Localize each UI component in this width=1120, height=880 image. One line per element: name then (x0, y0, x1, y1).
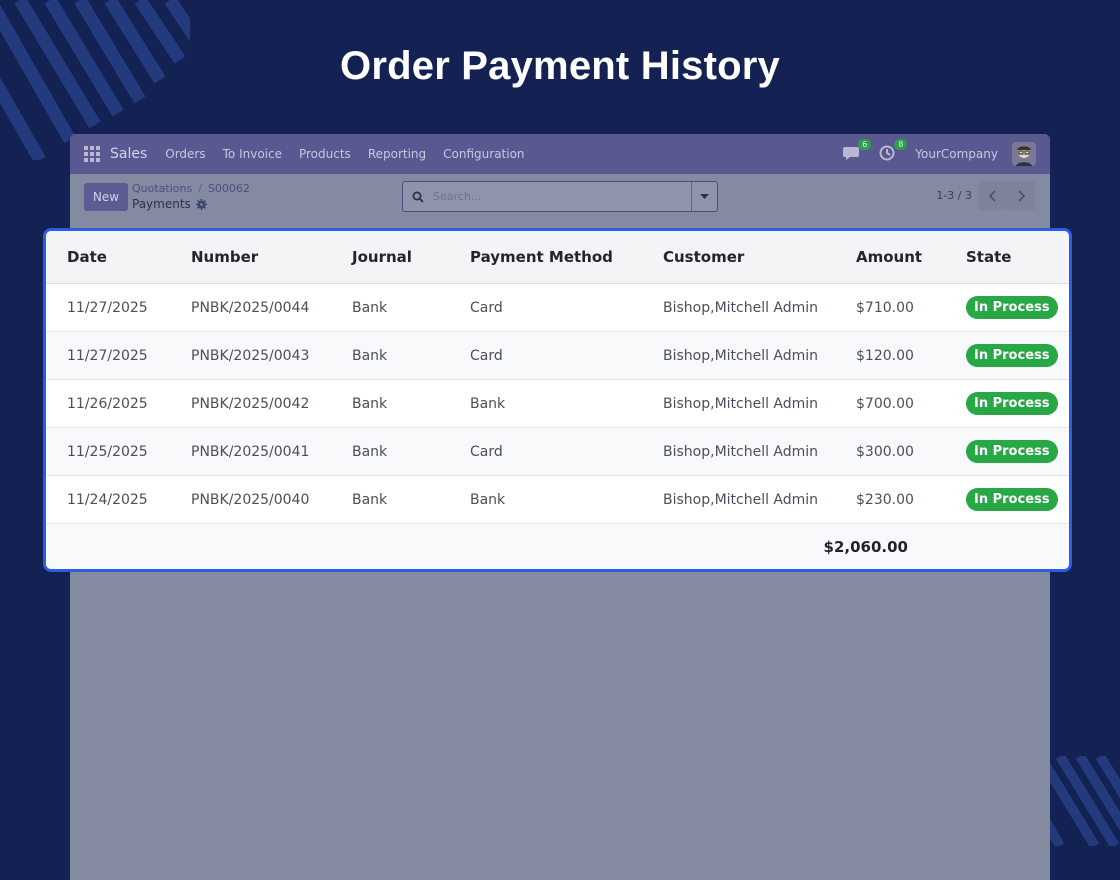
clock-icon (879, 145, 895, 161)
cell-journal: Bank (352, 443, 388, 460)
nav-item-to-invoice[interactable]: To Invoice (223, 147, 282, 161)
breadcrumb: Quotations / S00062 (132, 182, 250, 195)
cell-number: PNBK/2025/0044 (191, 299, 310, 316)
cell-amount: $230.00 (856, 491, 914, 508)
cell-journal: Bank (352, 395, 388, 412)
search-icon (403, 191, 433, 203)
decorative-stripes (1040, 756, 1120, 846)
messages-button[interactable]: 6 (843, 139, 872, 163)
cell-number: PNBK/2025/0041 (191, 443, 310, 460)
table-header: Date Number Journal Payment Method Custo… (46, 231, 1069, 284)
gear-icon[interactable] (195, 198, 207, 210)
col-header-amount[interactable]: Amount (856, 248, 922, 266)
nav-item-orders[interactable]: Orders (165, 147, 205, 161)
current-view-label: Payments (132, 197, 191, 211)
cell-payment-method: Card (470, 443, 503, 460)
cell-customer: Bishop,Mitchell Admin (663, 299, 819, 316)
col-header-date[interactable]: Date (67, 248, 107, 266)
status-badge: In Process (966, 392, 1058, 415)
search-options-toggle[interactable] (691, 182, 717, 211)
cell-date: 11/27/2025 (67, 347, 148, 364)
col-header-customer[interactable]: Customer (663, 248, 744, 266)
pager-value[interactable]: 1-3 / 3 (936, 189, 972, 202)
table-row[interactable]: 11/24/2025 PNBK/2025/0040 Bank Bank Bish… (46, 476, 1069, 524)
cell-date: 11/24/2025 (67, 491, 148, 508)
activities-badge: 8 (894, 139, 908, 150)
nav-item-reporting[interactable]: Reporting (368, 147, 426, 161)
top-navbar: Sales Orders To Invoice Products Reporti… (70, 134, 1050, 174)
cell-journal: Bank (352, 347, 388, 364)
apps-grid-icon[interactable] (84, 146, 100, 162)
page-title: Order Payment History (340, 44, 780, 88)
col-header-state[interactable]: State (966, 248, 1011, 266)
breadcrumb-quotations[interactable]: Quotations (132, 182, 192, 195)
table-row[interactable]: 11/27/2025 PNBK/2025/0044 Bank Card Bish… (46, 284, 1069, 332)
status-badge: In Process (966, 296, 1058, 319)
status-badge: In Process (966, 488, 1058, 511)
breadcrumb-order[interactable]: S00062 (208, 182, 250, 195)
nav-item-products[interactable]: Products (299, 147, 351, 161)
col-header-number[interactable]: Number (191, 248, 258, 266)
cell-payment-method: Card (470, 299, 503, 316)
cell-customer: Bishop,Mitchell Admin (663, 395, 819, 412)
messages-badge: 6 (858, 139, 872, 150)
breadcrumb-current: Payments (132, 197, 207, 211)
cell-number: PNBK/2025/0043 (191, 347, 310, 364)
cell-amount: $700.00 (856, 395, 914, 412)
nav-item-configuration[interactable]: Configuration (443, 147, 524, 161)
payments-table: Date Number Journal Payment Method Custo… (43, 228, 1072, 572)
cell-number: PNBK/2025/0040 (191, 491, 310, 508)
cell-date: 11/25/2025 (67, 443, 148, 460)
table-row[interactable]: 11/25/2025 PNBK/2025/0041 Bank Card Bish… (46, 428, 1069, 476)
cell-number: PNBK/2025/0042 (191, 395, 310, 412)
cell-amount: $300.00 (856, 443, 914, 460)
cell-customer: Bishop,Mitchell Admin (663, 443, 819, 460)
table-row[interactable]: 11/27/2025 PNBK/2025/0043 Bank Card Bish… (46, 332, 1069, 380)
status-badge: In Process (966, 344, 1058, 367)
chevron-right-icon (1018, 189, 1025, 202)
table-footer-total: $2,060.00 (46, 524, 1069, 569)
cell-amount: $120.00 (856, 347, 914, 364)
cell-date: 11/27/2025 (67, 299, 148, 316)
col-header-journal[interactable]: Journal (352, 248, 412, 266)
cell-journal: Bank (352, 299, 388, 316)
control-panel: New Quotations / S00062 Payments Search...… (70, 174, 1050, 226)
status-badge: In Process (966, 440, 1058, 463)
cell-payment-method: Bank (470, 395, 506, 412)
cell-date: 11/26/2025 (67, 395, 148, 412)
user-avatar[interactable] (1012, 142, 1036, 166)
caret-down-icon (700, 193, 709, 199)
cell-customer: Bishop,Mitchell Admin (663, 347, 819, 364)
cell-payment-method: Bank (470, 491, 506, 508)
company-switcher[interactable]: YourCompany (915, 147, 998, 161)
cell-customer: Bishop,Mitchell Admin (663, 491, 819, 508)
cell-journal: Bank (352, 491, 388, 508)
new-button[interactable]: New (84, 183, 128, 211)
search-input[interactable]: Search... (433, 190, 691, 203)
amount-total: $2,060.00 (823, 537, 908, 556)
pager-next-button[interactable] (1007, 181, 1035, 210)
table-row[interactable]: 11/26/2025 PNBK/2025/0042 Bank Bank Bish… (46, 380, 1069, 428)
cell-amount: $710.00 (856, 299, 914, 316)
col-header-payment-method[interactable]: Payment Method (470, 248, 613, 266)
app-brand[interactable]: Sales (110, 146, 147, 162)
pager-previous-button[interactable] (979, 181, 1007, 210)
cell-payment-method: Card (470, 347, 503, 364)
activities-button[interactable]: 8 (879, 139, 908, 163)
search-box[interactable]: Search... (402, 181, 718, 212)
chevron-left-icon (989, 189, 996, 202)
